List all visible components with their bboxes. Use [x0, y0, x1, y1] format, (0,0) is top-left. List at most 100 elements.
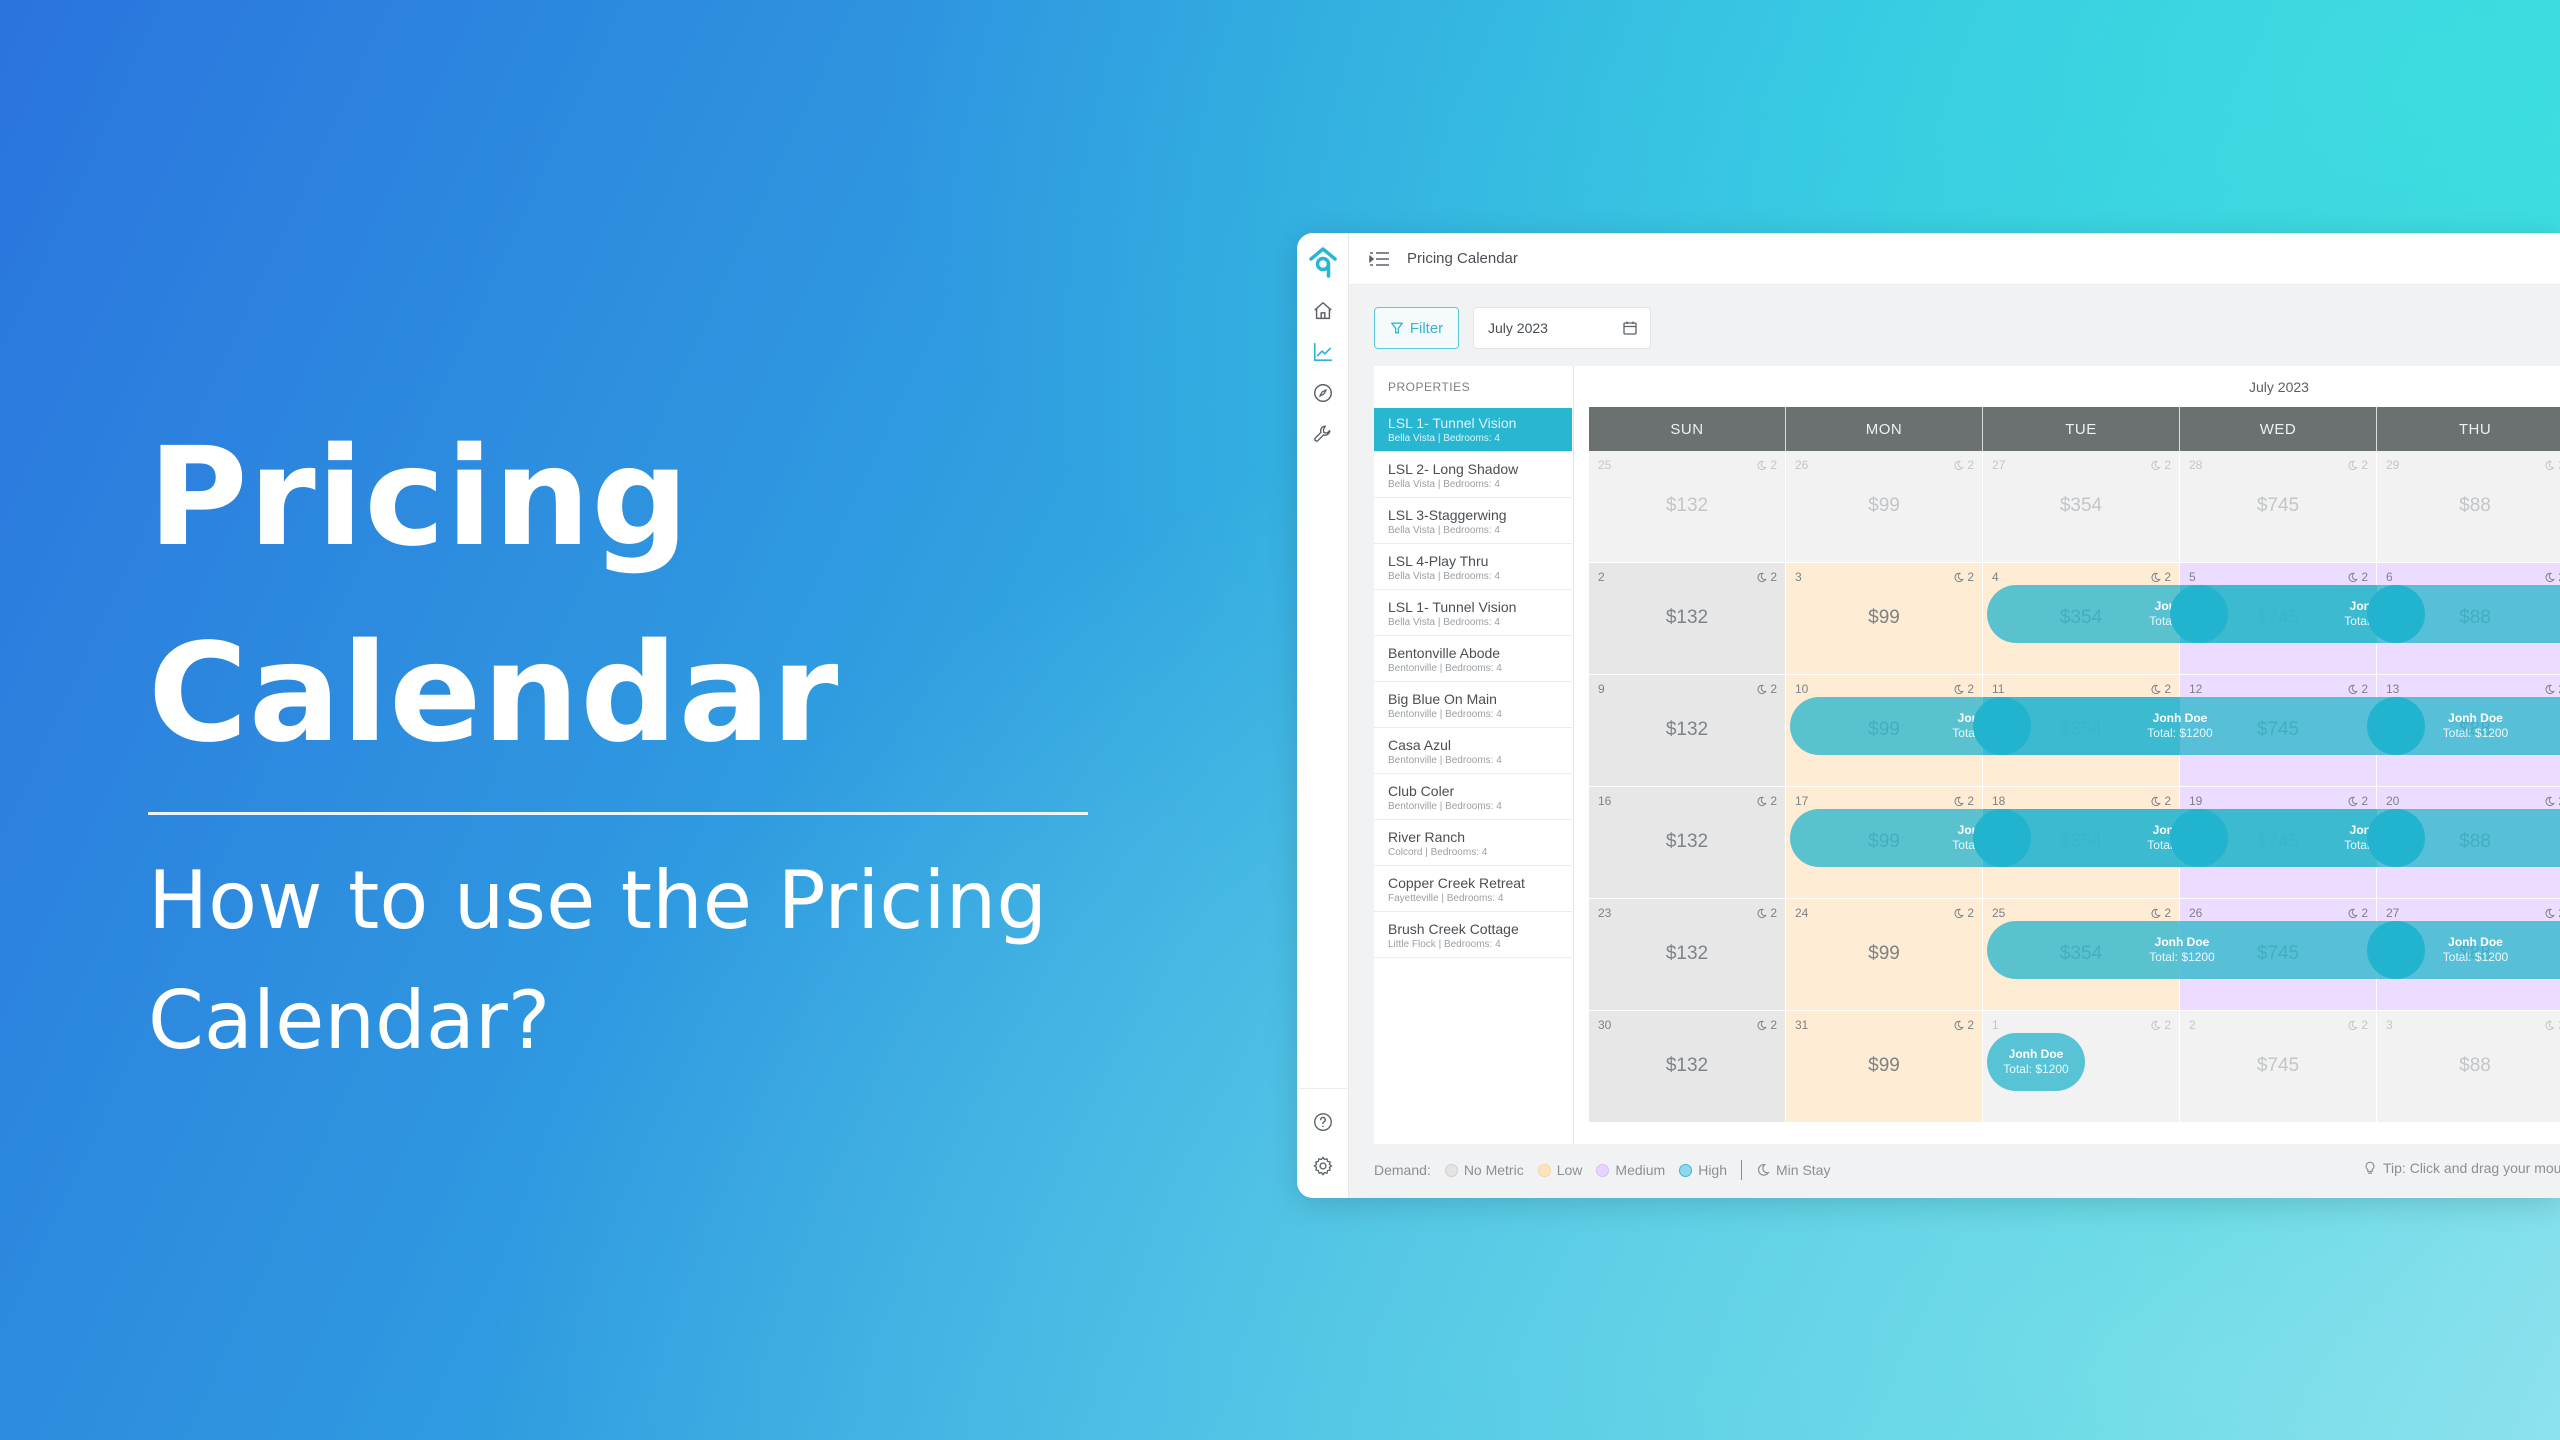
moon-icon	[1954, 796, 1965, 806]
day-cell[interactable]: 26 2 $99	[1786, 451, 1983, 563]
property-item[interactable]: LSL 1- Tunnel Vision Bella Vista | Bedroo…	[1374, 592, 1572, 636]
day-cell[interactable]: 30 2 $132	[1589, 1011, 1786, 1123]
month-picker[interactable]: July 2023	[1473, 307, 1651, 349]
day-cell[interactable]: 3 2 $88	[2377, 1011, 2560, 1123]
day-price: $132	[1665, 495, 1709, 516]
min-stay: 2	[1953, 906, 1974, 920]
property-item[interactable]: Copper Creek Retreat Fayetteville | Bedro…	[1374, 868, 1572, 912]
nav-rail	[1297, 233, 1349, 1198]
min-stay: 2	[2544, 906, 2560, 920]
moon-icon	[1757, 684, 1768, 694]
booking-bar[interactable]: Jonh DoeTotal: $1200	[1987, 921, 2377, 979]
compass-icon[interactable]	[1310, 380, 1336, 406]
property-item[interactable]: LSL 2- Long Shadow Bella Vista | Bedrooms…	[1374, 454, 1572, 498]
booking-drag-handle[interactable]	[2170, 585, 2228, 643]
page-title: Pricing Calendar	[1407, 250, 1518, 267]
property-item[interactable]: Club Coler Bentonville | Bedrooms: 4	[1374, 776, 1572, 820]
day-cell[interactable]: 25 2 $132	[1589, 451, 1786, 563]
property-meta: Bentonville | Bedrooms: 4	[1388, 801, 1502, 812]
booking-drag-handle[interactable]	[2367, 809, 2425, 867]
property-item[interactable]: LSL 1- Tunnel Vision Bella Vista | Bedroo…	[1374, 408, 1572, 452]
help-icon[interactable]	[1310, 1109, 1336, 1135]
min-stay: 2	[1756, 794, 1777, 808]
property-item[interactable]: Brush Creek Cottage Little Flock | Bedroo…	[1374, 914, 1572, 958]
calendar-icon	[1623, 321, 1637, 335]
weekday-tue: TUE	[1983, 407, 2180, 451]
min-stay: 2	[2150, 1018, 2171, 1032]
min-stay: 2	[2150, 906, 2171, 920]
moon-icon	[2348, 460, 2359, 470]
day-cell[interactable]: 31 2 $99	[1786, 1011, 1983, 1123]
day-number: 1	[1992, 1018, 1999, 1032]
moon-icon	[2151, 684, 2162, 694]
filter-button[interactable]: Filter	[1374, 307, 1459, 349]
booking-drag-handle[interactable]	[1973, 697, 2031, 755]
day-number: 9	[1598, 682, 1605, 696]
day-cell[interactable]: 28 2 $745	[2180, 451, 2377, 563]
wrench-icon[interactable]	[1310, 421, 1336, 447]
booking-drag-handle[interactable]	[2367, 585, 2425, 643]
day-number: 10	[1795, 682, 1809, 696]
booking-drag-handle[interactable]	[2367, 921, 2425, 979]
gear-icon[interactable]	[1310, 1153, 1336, 1179]
property-name: LSL 2- Long Shadow	[1388, 461, 1519, 477]
property-item[interactable]: Bentonville Abode Bentonville | Bedrooms:…	[1374, 638, 1572, 682]
moon-icon	[2545, 908, 2556, 918]
min-stay: 2	[2150, 682, 2171, 696]
min-stay-value: 2	[1967, 906, 1974, 920]
booking-drag-handle[interactable]	[1973, 809, 2031, 867]
day-price: $88	[2459, 1055, 2491, 1076]
property-item[interactable]: LSL 4-Play Thru Bella Vista | Bedrooms: 4	[1374, 546, 1572, 590]
min-stay-value: 2	[1967, 458, 1974, 472]
chart-icon[interactable]	[1310, 339, 1336, 365]
property-name: Copper Creek Retreat	[1388, 875, 1525, 891]
home-icon[interactable]	[1310, 298, 1336, 324]
booking-drag-handle[interactable]	[2170, 809, 2228, 867]
moon-icon	[2545, 796, 2556, 806]
day-cell[interactable]: 9 2 $132	[1589, 675, 1786, 787]
hero-title: Pricing Calendar	[148, 400, 1088, 792]
day-number: 17	[1795, 794, 1809, 808]
menu-toggle-icon[interactable]	[1369, 250, 1391, 268]
min-stay: 2	[2150, 794, 2171, 808]
property-name: Casa Azul	[1388, 737, 1452, 753]
day-cell[interactable]: 27 2 $354	[1983, 451, 2180, 563]
property-item[interactable]: Big Blue On Main Bentonville | Bedrooms: …	[1374, 684, 1572, 728]
property-item[interactable]: Casa Azul Bentonville | Bedrooms: 4	[1374, 730, 1572, 774]
property-name: Big Blue On Main	[1388, 691, 1497, 707]
day-number: 2	[2189, 1018, 2196, 1032]
moon-icon	[2348, 684, 2359, 694]
legend-item-low: Low	[1537, 1162, 1583, 1178]
moon-icon	[2348, 796, 2359, 806]
moon-icon	[1954, 572, 1965, 582]
min-stay: 2	[2347, 1018, 2368, 1032]
day-number: 27	[2386, 906, 2400, 920]
min-stay-value: 2	[1770, 682, 1777, 696]
property-item[interactable]: River Ranch Colcord | Bedrooms: 4	[1374, 822, 1572, 866]
day-cell[interactable]: 16 2 $132	[1589, 787, 1786, 899]
moon-icon	[2545, 460, 2556, 470]
legend-item-label: Low	[1556, 1162, 1583, 1178]
day-cell[interactable]: 24 2 $99	[1786, 899, 1983, 1011]
day-cell[interactable]: 2 2 $132	[1589, 563, 1786, 675]
day-cell[interactable]: 23 2 $132	[1589, 899, 1786, 1011]
booking-bar[interactable]: Jonh DoeTotal: $1200	[1987, 1033, 2085, 1091]
moon-icon	[2151, 908, 2162, 918]
day-number: 11	[1992, 682, 2005, 696]
moon-icon	[1757, 908, 1768, 918]
day-cell[interactable]: 3 2 $99	[1786, 563, 1983, 675]
min-stay-value: 2	[1967, 1018, 1974, 1032]
booking-bar[interactable]: Jonh DoeTotal: $1200	[1983, 697, 2377, 755]
moon-icon	[2348, 908, 2359, 918]
logo-icon[interactable]	[1307, 245, 1339, 281]
property-item[interactable]: LSL 3-Staggerwing Bella Vista | Bedrooms:…	[1374, 500, 1572, 544]
day-cell[interactable]: 2 2 $745	[2180, 1011, 2377, 1123]
hero-title-line2: Calendar	[148, 615, 840, 773]
legend-min-stay-label: Min Stay	[1776, 1162, 1831, 1178]
booking-guest: Jonh Doe	[2154, 935, 2210, 949]
min-stay: 2	[1756, 1018, 1777, 1032]
booking-drag-handle[interactable]	[2367, 697, 2425, 755]
min-stay: 2	[2347, 794, 2368, 808]
day-cell[interactable]: 29 2 $88	[2377, 451, 2560, 563]
booking-total: Total: $1200	[2442, 950, 2509, 964]
